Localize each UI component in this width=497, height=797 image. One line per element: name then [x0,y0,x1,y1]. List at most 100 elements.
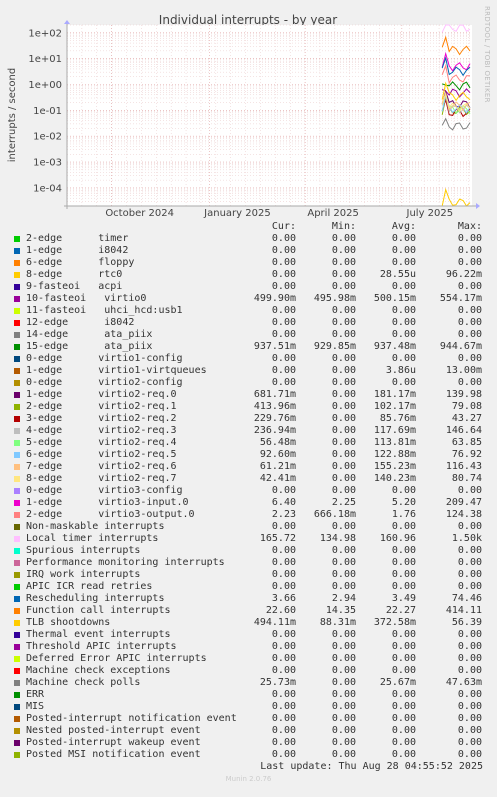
legend-name: 8-edge virtio2-req.7 [26,473,177,484]
legend-avg: 0.00 [391,521,416,532]
legend-name: MIS [26,701,45,712]
legend-row: Posted-interrupt wakeup event 0.00 0.00 0.0… [0,737,497,749]
chart: Individual interrupts - by year interrup… [7,13,480,219]
legend-name: Nested posted-interrupt event [26,725,201,736]
legend-swatch [14,656,20,662]
x-tick-label: April 2025 [307,208,358,219]
legend-row: Nested posted-interrupt event 0.00 0.00 0.0… [0,725,497,737]
legend-avg: 0.00 [391,353,416,364]
legend-max: 0.00 [457,665,482,676]
legend-name: Function call interrupts [26,605,171,616]
legend-row: 15-edge ata_piix 937.51m 929.85m 937.48m 944… [0,341,497,353]
legend-max: 0.00 [457,233,482,244]
legend-max: 13.00m [445,365,482,376]
header-avg: Avg: [391,221,416,232]
legend-avg: 0.00 [391,737,416,748]
legend-name: 1-edge i8042 [26,245,129,256]
legend-avg: 0.00 [391,233,416,244]
legend-max: 96.22m [445,269,482,280]
legend-swatch [14,740,20,746]
legend-avg: 0.00 [391,569,416,580]
legend-name: 8-edge rtc0 [26,269,123,280]
rrdtool-credit: RRDTOOL / TOBI OETIKER [483,6,491,103]
legend-avg: 0.00 [391,725,416,736]
legend-max: 0.00 [457,749,482,760]
legend-row: 8-edge rtc0 0.00 0.00 28.55u 96.22m [0,269,497,281]
legend-row: 2-edge timer 0.00 0.00 0.00 0.00 [0,233,497,245]
legend-name: 4-edge virtio2-req.3 [26,425,177,436]
legend-avg: 181.17m [373,389,416,400]
legend-avg: 0.00 [391,653,416,664]
legend-max: 56.39 [451,617,482,628]
legend-avg: 500.15m [373,293,416,304]
legend-avg: 0.00 [391,281,416,292]
legend-max: 0.00 [457,377,482,388]
legend-max: 0.00 [457,305,482,316]
legend-max: 0.00 [457,557,482,568]
legend-max: 414.11 [445,605,482,616]
x-tick-labels: October 2024 January 2025 April 2025 July 2… [105,208,453,219]
y-tick-label: 1e+01 [28,54,62,65]
legend-swatch [14,236,20,242]
legend-swatch [14,284,20,290]
legend-max: 0.00 [457,641,482,652]
legend-max: 146.64 [445,425,482,436]
legend-swatch [14,428,20,434]
legend-max: 0.00 [457,353,482,364]
legend-name: Local timer interrupts [26,533,159,544]
legend-name: Thermal event interrupts [26,629,171,640]
header-max: Max: [457,221,482,232]
legend-avg: 140.23m [373,473,416,484]
legend-name: 2-edge timer [26,233,129,244]
y-tick-label: 1e-04 [33,183,62,194]
legend-avg: 0.00 [391,641,416,652]
y-axis-label: interrupts / second [7,68,18,162]
legend-name: Non-maskable interrupts [26,521,165,532]
legend-name: Threshold APIC interrupts [26,641,177,652]
legend-name: 12-edge i8042 [26,317,135,328]
legend-swatch [14,668,20,674]
legend-row: Machine check polls 25.73m 0.00 25.67m 47.63… [0,677,497,689]
legend-name: 5-edge virtio2-req.4 [26,437,177,448]
legend-max: 554.17m [439,293,482,304]
legend-swatch [14,596,20,602]
legend-avg: 372.58m [373,617,416,628]
legend-name: 2-edge virtio3-output.0 [26,509,195,520]
legend-row: 7-edge virtio2-req.6 61.21m 0.00 155.23m 116… [0,461,497,473]
legend-swatch [14,680,20,686]
legend-row: Performance monitoring interrupts 0.00 0.0… [0,557,497,569]
legend-swatch [14,356,20,362]
legend-row: 12-edge i8042 0.00 0.00 0.00 0.00 [0,317,497,329]
legend-max: 944.67m [439,341,482,352]
x-tick-label: January 2025 [203,208,271,219]
legend-row: 0-edge virtio3-config 0.00 0.00 0.00 0.00 [0,485,497,497]
legend-avg: 1.76 [391,509,416,520]
legend-row: Spurious interrupts 0.00 0.00 0.00 0.00 [0,545,497,557]
x-tick-label: October 2024 [105,208,174,219]
legend-row: 8-edge virtio2-req.7 42.41m 0.00 140.23m 80.… [0,473,497,485]
y-tick-label: 1e+00 [28,80,62,91]
legend-row: Posted MSI notification event 0.00 0.00 0.0… [0,749,497,761]
legend-swatch [14,392,20,398]
legend-row: 2-edge virtio3-output.0 2.23 666.18m 1.76 12… [0,509,497,521]
legend-swatch [14,368,20,374]
legend-row: Function call interrupts 22.60 14.35 22.27 4… [0,605,497,617]
legend-row: Thermal event interrupts 0.00 0.00 0.00 0.00 [0,629,497,641]
legend-swatch [14,272,20,278]
legend-avg: 113.81m [373,437,416,448]
legend-max: 74.46 [451,593,482,604]
legend-name: 6-edge virtio2-req.5 [26,449,177,460]
legend-name: 1-edge virtio2-req.0 [26,389,177,400]
legend-row: Posted-interrupt notification event 0.00 0… [0,713,497,725]
legend-swatch [14,692,20,698]
legend-row: APIC ICR read retries 0.00 0.00 0.00 0.00 [0,581,497,593]
legend-max: 1.50k [451,533,482,544]
legend-avg: 0.00 [391,377,416,388]
legend-swatch [14,584,20,590]
legend-max: 0.00 [457,569,482,580]
legend-swatch [14,476,20,482]
legend-swatch [14,416,20,422]
legend-max: 80.74 [451,473,482,484]
legend-swatch [14,500,20,506]
legend-max: 0.00 [457,713,482,724]
